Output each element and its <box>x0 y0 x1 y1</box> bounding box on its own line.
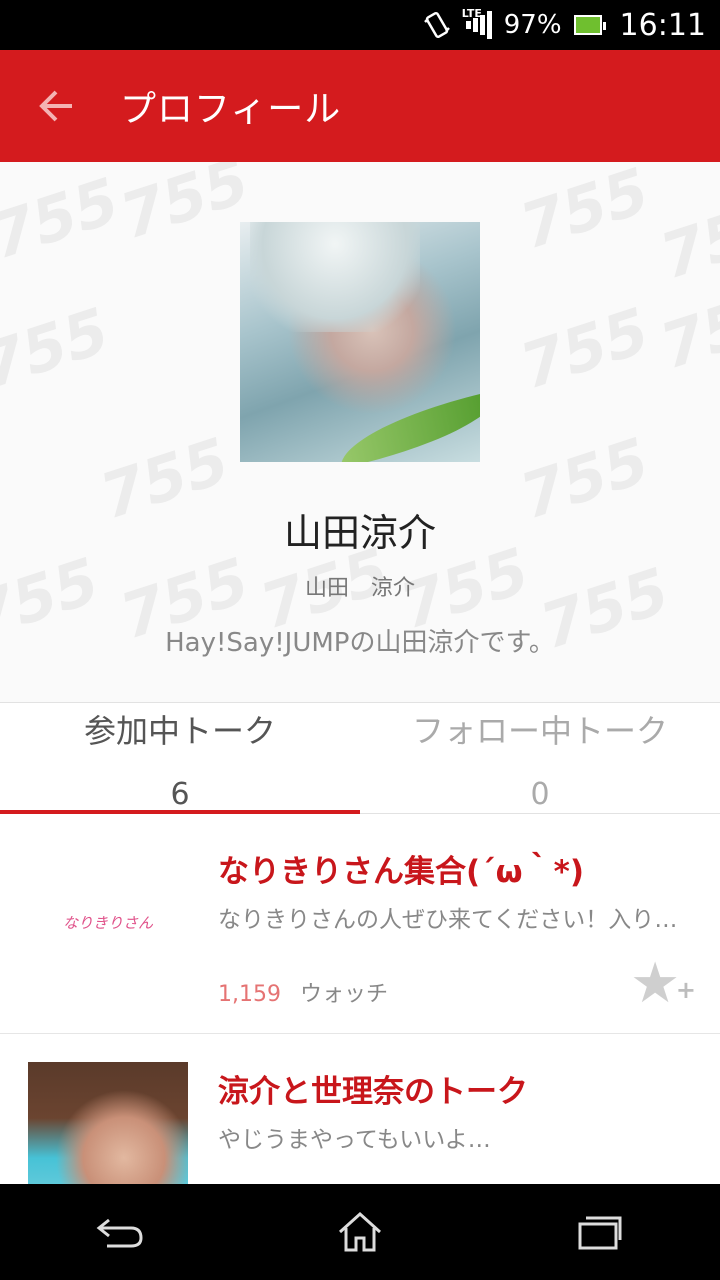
list-item[interactable]: なりきりさん なりきりさん集合(´ω｀*) なりきりさんの人ぜひ来てください！入… <box>0 814 720 1034</box>
profile-name: 山田涼介 <box>283 511 436 555</box>
back-icon <box>96 1218 143 1248</box>
watch-star-button[interactable]: ★ + <box>630 956 696 1016</box>
back-button[interactable] <box>0 50 112 162</box>
clock: 16:11 <box>619 7 706 43</box>
talk-description: なりきりさんの人ぜひ来てください！入りやすいと思います <box>218 907 694 933</box>
talk-description: やじうまやってもいいよ… <box>218 1127 491 1153</box>
system-nav-bar <box>0 1184 720 1280</box>
talk-title: なりきりさん集合(´ω｀*) <box>218 854 584 890</box>
tab-count: 0 <box>530 777 550 812</box>
plus-icon: + <box>675 976 696 1004</box>
tab-following-talks[interactable]: フォロー中トーク 0 <box>360 703 720 813</box>
talk-title: 涼介と世理奈のトーク <box>218 1074 528 1110</box>
nav-home-button[interactable] <box>300 1184 420 1280</box>
signal-icon: LTE <box>462 7 492 39</box>
watch-label: ウォッチ <box>299 982 388 1007</box>
profile-header: 755 755 755 755 755 755 755 755 755 755 … <box>0 162 720 702</box>
arrow-left-icon <box>39 90 72 122</box>
tab-count: 6 <box>170 777 190 812</box>
list-item[interactable]: 涼介と世理奈のトーク やじうまやってもいいよ… <box>0 1034 720 1184</box>
talk-watch-meta: 1,159 ウォッチ <box>218 976 388 1008</box>
network-type-label: LTE <box>461 7 482 20</box>
star-icon: ★ <box>630 951 681 1016</box>
watch-count: 1,159 <box>218 982 281 1007</box>
profile-bio: Hay!Say!JUMPの山田涼介です。 <box>165 628 555 658</box>
talk-thumbnail <box>28 1062 188 1184</box>
home-icon <box>338 1211 382 1252</box>
talk-thumbnail: なりきりさん <box>28 842 188 1002</box>
profile-subname: 山田 涼介 <box>304 576 415 601</box>
profile-avatar[interactable] <box>240 222 480 462</box>
recents-icon <box>578 1216 622 1250</box>
talk-list: なりきりさん なりきりさん集合(´ω｀*) なりきりさんの人ぜひ来てください！入… <box>0 814 720 1184</box>
battery-icon <box>573 15 606 35</box>
tab-label: フォロー中トーク <box>411 712 668 750</box>
talk-tabs: 参加中トーク 6 フォロー中トーク 0 <box>0 702 720 814</box>
nav-recents-button[interactable] <box>540 1184 660 1280</box>
vibrate-icon <box>422 10 452 40</box>
tab-label: 参加中トーク <box>83 712 276 750</box>
status-bar: LTE 97% 16:11 <box>0 0 720 50</box>
tab-joined-talks[interactable]: 参加中トーク 6 <box>0 703 360 814</box>
battery-percent: 97% <box>503 10 562 40</box>
page-title: プロフィール <box>120 89 342 130</box>
nav-back-button[interactable] <box>60 1184 180 1280</box>
app-bar: プロフィール <box>0 50 720 162</box>
